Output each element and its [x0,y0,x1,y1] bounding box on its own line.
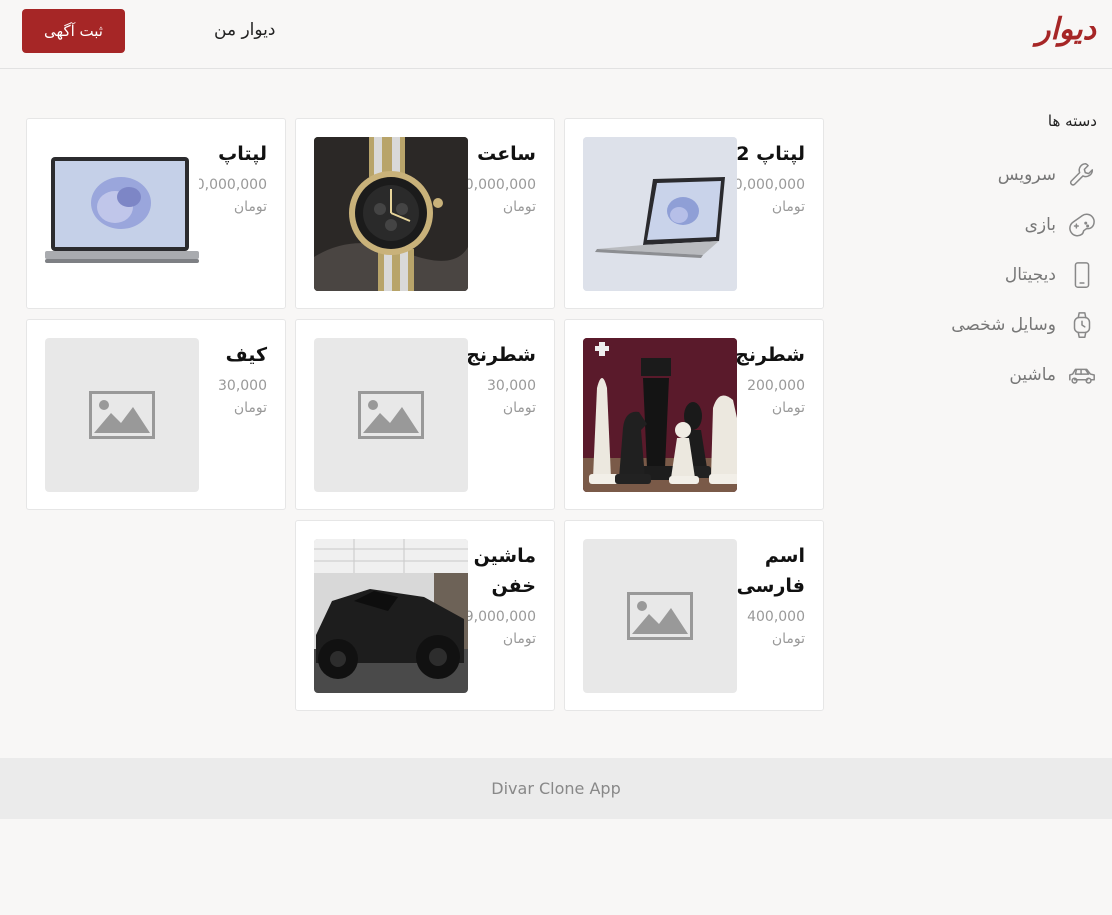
category-label: دیجیتال [1004,265,1056,285]
car-icon [1066,359,1098,391]
car-image [314,539,468,693]
listing-card[interactable]: کیف 30,000 تومان [26,319,286,510]
category-personal-items[interactable]: وسایل شخصی [918,300,1098,350]
listing-currency: تومان [771,631,805,647]
category-service[interactable]: سرویس [918,150,1098,200]
image-placeholder-icon [627,592,693,640]
listing-card[interactable]: ساعت 20,000,000 تومان [295,118,555,309]
categories-title: دسته ها [1047,112,1097,130]
image-placeholder-icon [358,391,424,439]
my-divar-link[interactable]: دیوار من [214,20,275,40]
listing-card[interactable]: شطرنج 200,000 تومان [564,319,824,510]
footer-text: Divar Clone App [491,779,621,798]
mobile-phone-icon [1066,259,1098,291]
listing-card[interactable]: شطرنج 30,000 تومان [295,319,555,510]
categories-sidebar: دسته ها سرویس بازی دیجیتال وسایل شخصی ما… [918,112,1098,400]
post-ad-button[interactable]: ثبت آگهی [22,9,125,53]
listing-card[interactable]: ماشین خفن 9,000,000 تومان [295,520,555,711]
footer: Divar Clone App [0,758,1112,819]
listing-card[interactable]: لپتاپ 2 30,000,000 تومان [564,118,824,309]
listing-title: ماشین خفن [473,545,536,597]
image-placeholder [45,338,199,492]
watch-image [314,137,468,291]
listing-card[interactable]: لپتاپ 70,000,000 تومان [26,118,286,309]
chess-image [583,338,737,492]
listing-card[interactable]: اسم فارسی 400,000 تومان [564,520,824,711]
gamepad-icon [1066,209,1098,241]
listing-price: 9,000,000 [464,609,536,625]
top-header: دیوار دیوار من ثبت آگهی [0,0,1112,69]
listings-grid: لپتاپ 2 30,000,000 تومان ساعت 20,000,000… [26,118,824,711]
category-label: وسایل شخصی [951,315,1056,335]
category-label: سرویس [997,165,1056,185]
image-placeholder [314,338,468,492]
category-game[interactable]: بازی [918,200,1098,250]
image-placeholder-icon [89,391,155,439]
laptop-image [45,137,199,291]
category-digital[interactable]: دیجیتال [918,250,1098,300]
listing-title: اسم فارسی [736,545,805,597]
category-car[interactable]: ماشین [918,350,1098,400]
logo[interactable]: دیوار [1036,12,1097,47]
category-label: ماشین [1009,365,1056,385]
wrench-icon [1066,159,1098,191]
image-placeholder [583,539,737,693]
laptop-image [583,137,737,291]
listing-currency: تومان [502,631,536,647]
watch-icon [1066,309,1098,341]
category-label: بازی [1024,215,1056,235]
listing-price: 400,000 [747,609,805,625]
